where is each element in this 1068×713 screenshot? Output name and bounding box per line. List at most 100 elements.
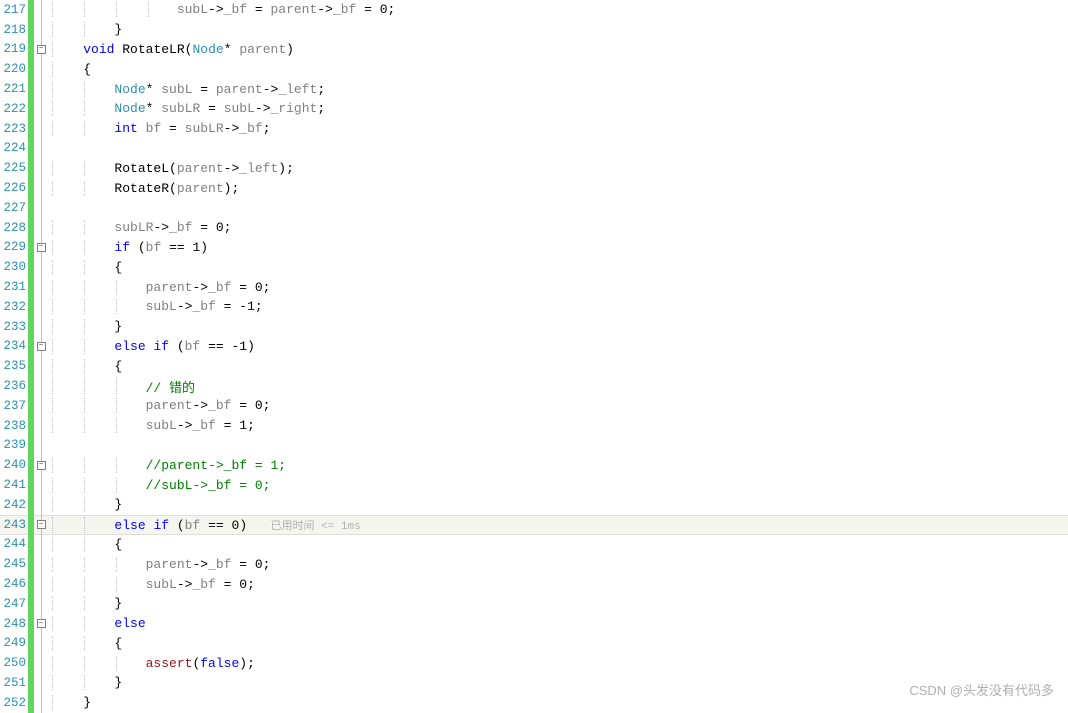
code-line[interactable]: 238 subL->_bf = 1; [0, 416, 1068, 436]
code-content[interactable]: else if (bf == 0) 已用时间 <= 1ms [48, 517, 1068, 533]
code-line[interactable]: 243 else if (bf == 0) 已用时间 <= 1ms [0, 515, 1068, 535]
indent-guide [52, 596, 53, 611]
fold-gutter[interactable] [34, 40, 48, 60]
code-line[interactable]: 227 [0, 198, 1068, 218]
code-content[interactable]: else [48, 616, 1068, 631]
indent-guide [84, 418, 85, 433]
token: void [83, 42, 114, 57]
code-line[interactable]: 245 parent->_bf = 0; [0, 554, 1068, 574]
code-editor[interactable]: 217 subL->_bf = parent->_bf = 0;218 }219… [0, 0, 1068, 713]
code-line[interactable]: 250 assert(false); [0, 653, 1068, 673]
code-content[interactable]: subL->_bf = -1; [48, 299, 1068, 314]
code-content[interactable]: subL->_bf = parent->_bf = 0; [48, 2, 1068, 17]
token: _bf [192, 299, 215, 314]
code-line[interactable]: 242 } [0, 495, 1068, 515]
code-line[interactable]: 232 subL->_bf = -1; [0, 297, 1068, 317]
code-content[interactable]: RotateR(parent); [48, 181, 1068, 196]
code-content[interactable]: assert(false); [48, 656, 1068, 671]
fold-gutter[interactable] [34, 238, 48, 258]
code-line[interactable]: 252 } [0, 693, 1068, 713]
code-line[interactable]: 251 } [0, 673, 1068, 693]
code-content[interactable]: subL->_bf = 1; [48, 418, 1068, 433]
code-content[interactable]: } [48, 497, 1068, 512]
code-line[interactable]: 222 Node* subLR = subL->_right; [0, 99, 1068, 119]
fold-gutter[interactable] [34, 337, 48, 357]
fold-gutter [34, 158, 48, 178]
fold-gutter [34, 277, 48, 297]
code-content[interactable]: //subL->_bf = 0; [48, 478, 1068, 493]
code-line[interactable]: 223 int bf = subLR->_bf; [0, 119, 1068, 139]
code-line[interactable]: 234 else if (bf == -1) [0, 337, 1068, 357]
code-content[interactable]: parent->_bf = 0; [48, 557, 1068, 572]
code-line[interactable]: 230 { [0, 257, 1068, 277]
code-content[interactable]: // 错的 [48, 377, 1068, 396]
token: 0 [255, 398, 263, 413]
code-line[interactable]: 246 subL->_bf = 0; [0, 574, 1068, 594]
code-line[interactable]: 220 { [0, 59, 1068, 79]
code-line[interactable]: 219 void RotateLR(Node* parent) [0, 40, 1068, 60]
fold-gutter[interactable] [34, 455, 48, 475]
code-content[interactable]: Node* subL = parent->_left; [48, 82, 1068, 97]
token: { [114, 537, 122, 552]
code-line[interactable]: 235 { [0, 356, 1068, 376]
code-content[interactable]: { [48, 62, 1068, 77]
fold-toggle-icon[interactable] [37, 619, 46, 628]
code-content[interactable]: Node* subLR = subL->_right; [48, 101, 1068, 116]
code-content[interactable]: } [48, 22, 1068, 37]
code-content[interactable]: { [48, 537, 1068, 552]
code-content[interactable]: parent->_bf = 0; [48, 280, 1068, 295]
code-line[interactable]: 221 Node* subL = parent->_left; [0, 79, 1068, 99]
indent-guide [84, 161, 85, 176]
code-line[interactable]: 237 parent->_bf = 0; [0, 396, 1068, 416]
code-line[interactable]: 236 // 错的 [0, 376, 1068, 396]
indent-guide [84, 377, 85, 396]
fold-gutter[interactable] [34, 515, 48, 535]
token: subL [146, 577, 177, 592]
code-line[interactable]: 218 } [0, 20, 1068, 40]
code-content[interactable]: { [48, 260, 1068, 275]
code-content[interactable]: void RotateLR(Node* parent) [48, 42, 1068, 57]
code-content[interactable]: } [48, 319, 1068, 334]
code-line[interactable]: 244 { [0, 535, 1068, 555]
token: 0 [216, 220, 224, 235]
code-line[interactable]: 249 { [0, 634, 1068, 654]
fold-toggle-icon[interactable] [37, 461, 46, 470]
code-line[interactable]: 225 RotateL(parent->_left); [0, 158, 1068, 178]
fold-gutter [34, 376, 48, 396]
code-content[interactable]: RotateL(parent->_left); [48, 161, 1068, 176]
code-line[interactable]: 231 parent->_bf = 0; [0, 277, 1068, 297]
code-content[interactable]: //parent->_bf = 1; [48, 458, 1068, 473]
code-line[interactable]: 248 else [0, 614, 1068, 634]
code-line[interactable]: 228 subLR->_bf = 0; [0, 218, 1068, 238]
code-content[interactable]: subL->_bf = 0; [48, 577, 1068, 592]
token: _bf [169, 220, 192, 235]
token: -> [255, 101, 271, 116]
code-line[interactable]: 226 RotateR(parent); [0, 178, 1068, 198]
indent-guide [116, 557, 117, 572]
token: int [114, 121, 137, 136]
fold-toggle-icon[interactable] [37, 45, 46, 54]
code-line[interactable]: 241 //subL->_bf = 0; [0, 475, 1068, 495]
code-content[interactable]: { [48, 636, 1068, 651]
fold-toggle-icon[interactable] [37, 243, 46, 252]
code-line[interactable]: 239 [0, 436, 1068, 456]
code-content[interactable]: int bf = subLR->_bf; [48, 121, 1068, 136]
code-line[interactable]: 247 } [0, 594, 1068, 614]
token: ) [200, 240, 208, 255]
code-line[interactable]: 233 } [0, 317, 1068, 337]
code-line[interactable]: 240 //parent->_bf = 1; [0, 455, 1068, 475]
code-content[interactable]: subLR->_bf = 0; [48, 220, 1068, 235]
fold-gutter [34, 475, 48, 495]
code-content[interactable]: parent->_bf = 0; [48, 398, 1068, 413]
indent-guide [116, 458, 117, 473]
code-line[interactable]: 224 [0, 139, 1068, 159]
fold-toggle-icon[interactable] [37, 520, 46, 529]
code-line[interactable]: 229 if (bf == 1) [0, 238, 1068, 258]
code-content[interactable]: { [48, 359, 1068, 374]
code-content[interactable]: } [48, 596, 1068, 611]
fold-gutter[interactable] [34, 614, 48, 634]
code-content[interactable]: if (bf == 1) [48, 240, 1068, 255]
code-line[interactable]: 217 subL->_bf = parent->_bf = 0; [0, 0, 1068, 20]
code-content[interactable]: else if (bf == -1) [48, 339, 1068, 354]
fold-toggle-icon[interactable] [37, 342, 46, 351]
